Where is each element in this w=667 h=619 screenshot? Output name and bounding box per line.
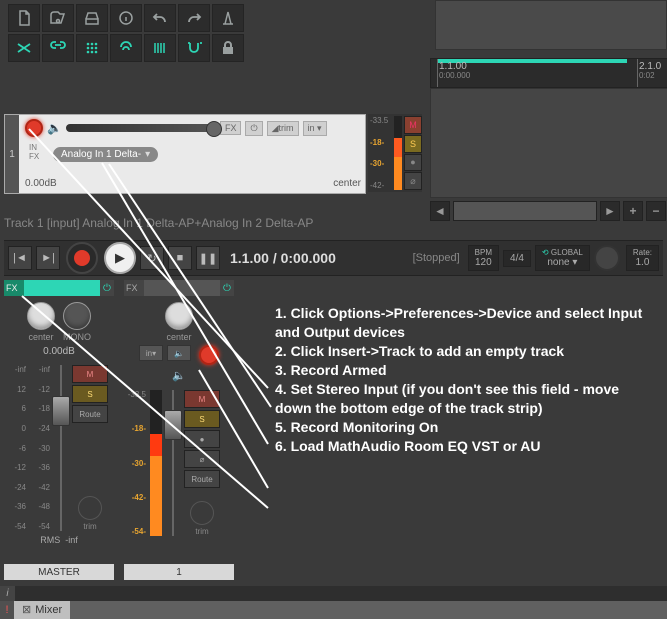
grid-icon[interactable] xyxy=(76,34,108,62)
route-button[interactable]: Route xyxy=(184,470,220,488)
record-button[interactable]: ● xyxy=(404,154,422,172)
new-file-icon[interactable] xyxy=(8,4,40,32)
pan-knob[interactable] xyxy=(165,302,193,330)
metronome-icon[interactable] xyxy=(212,4,244,32)
transport-bar: |◄ ►| ▶ ↻ ■ ❚❚ 1.1.00 / 0:00.000 [Stoppe… xyxy=(4,240,663,276)
master-mute-button[interactable]: M xyxy=(72,365,108,383)
track-fader[interactable] xyxy=(166,390,180,536)
master-fader[interactable] xyxy=(54,365,68,531)
info-bar: i xyxy=(0,586,667,601)
loop-button[interactable]: ↻ xyxy=(140,246,164,270)
track-meter: -33.5 -18- -30- -42- M S ● ⌀ xyxy=(368,114,422,192)
solo-button[interactable]: S xyxy=(184,410,220,428)
scroll-track[interactable] xyxy=(453,201,597,221)
link-icon[interactable] xyxy=(42,34,74,62)
bars-icon[interactable] xyxy=(144,34,176,62)
master-solo-button[interactable]: S xyxy=(72,385,108,403)
pan-readout: center xyxy=(333,178,361,189)
in-fx-label: IN FX xyxy=(29,143,39,161)
timecode-display[interactable]: 1.1.00 / 0:00.000 xyxy=(230,250,336,266)
master-scale-left: -inf1260-6-12-24-36-54 xyxy=(4,363,28,533)
master-fx-slot[interactable]: FX⏻ xyxy=(4,280,114,296)
play-button[interactable]: ▶ xyxy=(104,242,136,274)
speaker-icon[interactable]: 🔈 xyxy=(47,121,62,135)
fx-button[interactable]: FX xyxy=(220,121,242,135)
info-icon[interactable]: i xyxy=(0,586,15,601)
global-box[interactable]: ⟲ GLOBAL none ▾ xyxy=(535,245,590,271)
crossfade-icon[interactable] xyxy=(8,34,40,62)
tab-mixer[interactable]: ⊠ Mixer xyxy=(14,601,70,619)
envelope-button[interactable] xyxy=(190,501,214,525)
arrange-area[interactable] xyxy=(430,88,667,198)
rate-box: Rate: 1.0 xyxy=(626,245,659,271)
ruler-mark: 2.1.0 0:02 xyxy=(639,61,661,80)
main-toolbar xyxy=(8,4,244,64)
volume-readout: 0.00dB xyxy=(25,178,57,189)
redo-icon[interactable] xyxy=(178,4,210,32)
record-arm-button[interactable] xyxy=(25,119,43,137)
volume-slider[interactable] xyxy=(66,124,216,132)
zoom-out-button[interactable]: − xyxy=(646,201,666,221)
scroll-left-button[interactable]: ◄ xyxy=(430,201,450,221)
stop-button[interactable]: ■ xyxy=(168,246,192,270)
power-button[interactable]: ⏻ xyxy=(245,121,262,136)
mixer-channel-master: FX⏻ center MONO 0.00dB -inf1260-6-12-24-… xyxy=(4,280,114,580)
rate-knob[interactable] xyxy=(594,245,620,271)
channel-name[interactable]: 1 xyxy=(124,564,234,580)
bpm-box[interactable]: BPM 120 xyxy=(468,245,499,271)
phase-button[interactable]: ⌀ xyxy=(404,172,422,190)
speaker-button[interactable]: 🔈 xyxy=(167,345,191,361)
phase-button[interactable]: ⌀ xyxy=(184,450,220,468)
go-start-button[interactable]: |◄ xyxy=(8,246,32,270)
trim-label: trim xyxy=(72,522,108,531)
close-icon[interactable]: ⊠ xyxy=(22,603,31,617)
empty-pane xyxy=(435,0,667,50)
undo-icon[interactable] xyxy=(144,4,176,32)
timeline-ruler[interactable]: 1.1.00 0:00.000 2.1.0 0:02 xyxy=(430,58,667,88)
rec-button[interactable]: ● xyxy=(184,430,220,448)
zoom-in-button[interactable]: + xyxy=(623,201,643,221)
mute-button[interactable]: M xyxy=(184,390,220,408)
master-route-button[interactable]: Route xyxy=(72,405,108,423)
input-selector[interactable]: in ▾ xyxy=(303,121,327,136)
record-monitor-button[interactable] xyxy=(199,345,219,365)
in-selector[interactable]: in ▾ xyxy=(139,345,163,361)
marker-icon[interactable]: ! xyxy=(0,601,14,619)
ruler-mark: 1.1.00 0:00.000 xyxy=(439,61,470,80)
mute-button[interactable]: M xyxy=(404,116,422,134)
arrange-scrollbar: ◄ ► + − xyxy=(430,201,666,221)
scroll-right-button[interactable]: ► xyxy=(600,201,620,221)
info-icon[interactable] xyxy=(110,4,142,32)
track-number[interactable]: 1 xyxy=(5,115,19,193)
mixer-channel-track1: FX⏻ center in ▾ 🔈 🔈 -33.5 -18- -30- xyxy=(124,280,234,580)
lock-icon[interactable] xyxy=(212,34,244,62)
master-db-readout: 0.00dB xyxy=(4,346,114,357)
solo-button[interactable]: S xyxy=(404,135,422,153)
ripple-icon[interactable] xyxy=(110,34,142,62)
track-meter xyxy=(150,390,162,536)
tab-bar: ! ⊠ Mixer xyxy=(0,601,667,619)
envelope-button[interactable] xyxy=(78,496,102,520)
pause-button[interactable]: ❚❚ xyxy=(196,246,220,270)
mono-knob[interactable] xyxy=(63,302,91,330)
track-scale: -33.5 -18- -30- -42- -54- xyxy=(124,388,148,538)
snap-icon[interactable] xyxy=(178,34,210,62)
track-fx-slot[interactable]: FX⏻ xyxy=(124,280,234,296)
trim-label: trim xyxy=(184,527,220,536)
time-signature[interactable]: 4/4 xyxy=(503,250,531,267)
pan-knob[interactable] xyxy=(27,302,55,330)
record-button[interactable] xyxy=(66,242,98,274)
open-icon[interactable] xyxy=(42,4,74,32)
input-source-pill[interactable]: Analog In 1 Delta-▾ xyxy=(53,147,158,162)
status-line: Track 1 [input] Analog In 1 Delta-AP+Ana… xyxy=(4,216,313,230)
trim-button[interactable]: ◢trim xyxy=(267,121,299,136)
channel-name[interactable]: MASTER xyxy=(4,564,114,580)
speaker-icon: 🔈 xyxy=(172,370,186,382)
transport-state: [Stopped] xyxy=(413,252,460,264)
go-end-button[interactable]: ►| xyxy=(36,246,60,270)
save-icon[interactable] xyxy=(76,4,108,32)
instructions-overlay: 1. Click Options->Preferences->Device an… xyxy=(275,304,647,456)
track-panel: 1 🔈 FX ⏻ ◢trim in ▾ IN FX Analog In 1 De… xyxy=(4,114,366,194)
master-scale-right: -inf-12-18-24-30-36-42-48-54 xyxy=(28,363,52,533)
